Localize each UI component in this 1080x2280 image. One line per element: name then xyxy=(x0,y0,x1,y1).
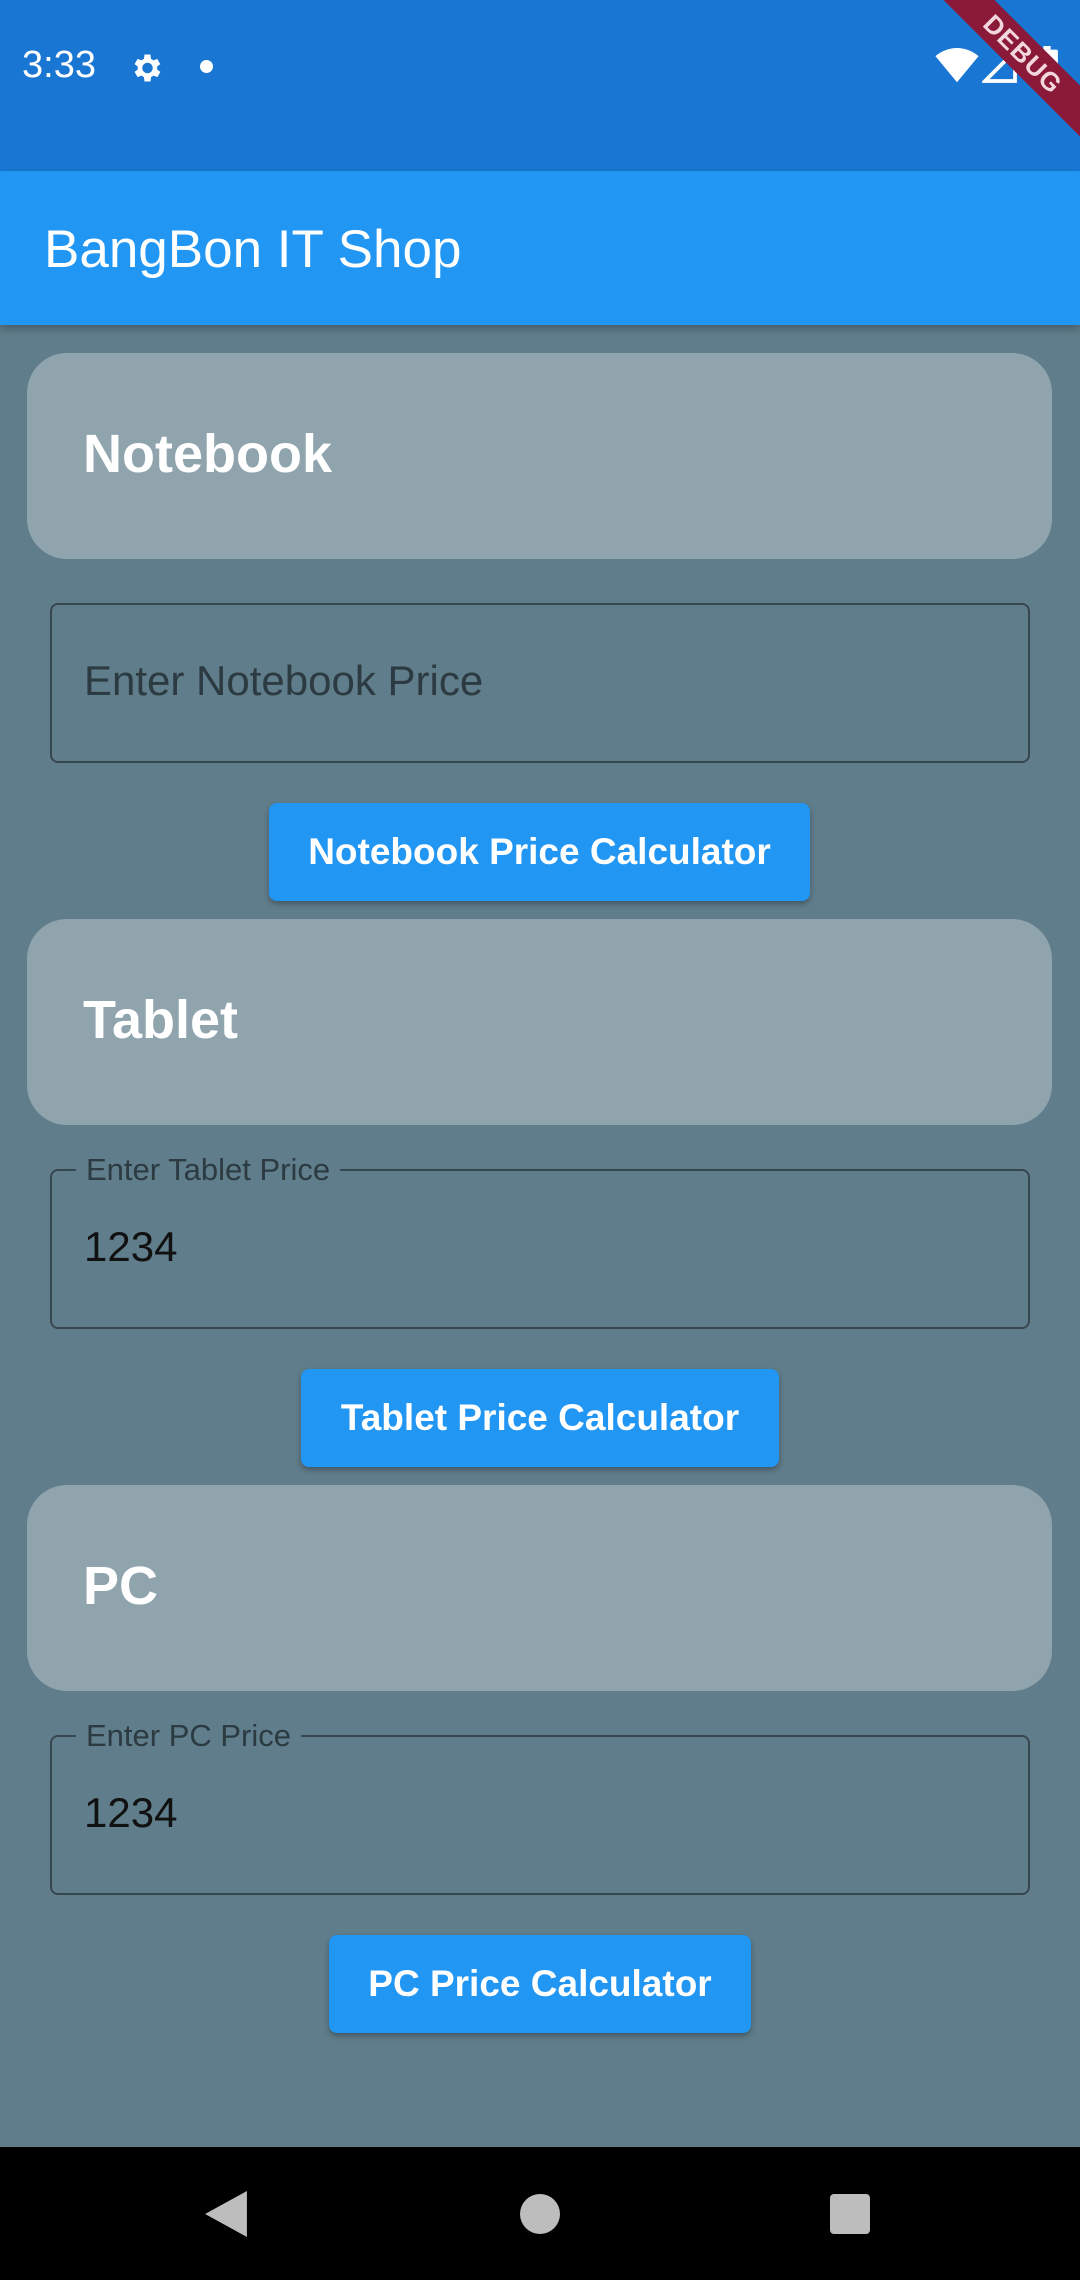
gear-icon xyxy=(134,54,161,82)
status-bar: 3:33 DEBUG xyxy=(0,0,1080,171)
home-icon[interactable] xyxy=(520,2194,560,2234)
notification-dot-icon xyxy=(200,60,213,73)
pc-price-value: 1234 xyxy=(84,1789,178,1836)
section-title: Notebook xyxy=(83,424,332,484)
section-card-pc: PC xyxy=(27,1485,1052,1691)
notebook-price-calculator-button[interactable]: Notebook Price Calculator xyxy=(269,803,810,901)
tablet-price-value: 1234 xyxy=(84,1223,178,1270)
tablet-price-label: Enter Tablet Price xyxy=(76,1152,341,1188)
back-icon[interactable] xyxy=(205,2191,247,2237)
recents-icon[interactable] xyxy=(830,2194,870,2234)
tablet-price-field[interactable]: Enter Tablet Price 1234 xyxy=(50,1152,1030,1329)
pc-price-field[interactable]: Enter PC Price 1234 xyxy=(50,1718,1030,1895)
tablet-price-calculator-button[interactable]: Tablet Price Calculator xyxy=(301,1369,779,1467)
pc-price-label: Enter PC Price xyxy=(76,1718,302,1754)
app-title: BangBon IT Shop xyxy=(44,220,462,279)
section-title: PC xyxy=(83,1556,159,1616)
section-card-tablet: Tablet xyxy=(27,919,1052,1125)
wifi-icon xyxy=(935,48,979,83)
section-card-notebook: Notebook xyxy=(27,353,1052,559)
notebook-price-placeholder: Enter Notebook Price xyxy=(84,657,484,704)
pc-price-calculator-button[interactable]: PC Price Calculator xyxy=(329,1935,751,2033)
navigation-bar xyxy=(0,2147,1080,2280)
app-bar: BangBon IT Shop xyxy=(0,171,1080,325)
status-time: 3:33 xyxy=(22,44,96,86)
section-title: Tablet xyxy=(83,990,239,1050)
notebook-price-field[interactable]: Enter Notebook Price xyxy=(50,603,1030,763)
